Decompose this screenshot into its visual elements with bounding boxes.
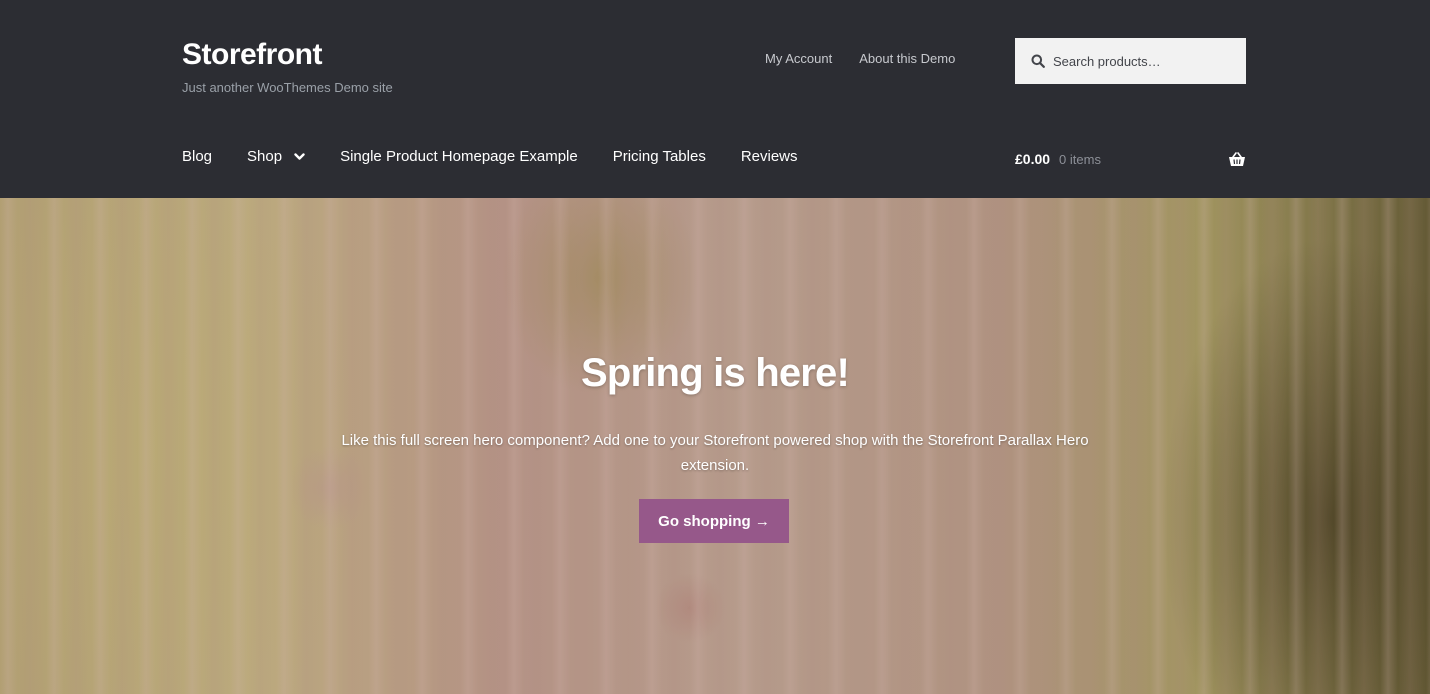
secondary-navigation: My Account About this Demo <box>765 51 955 66</box>
nav-item-label: Single Product Homepage Example <box>340 148 578 165</box>
header-cart[interactable]: £0.00 0 items <box>1015 146 1246 172</box>
site-title[interactable]: Storefront <box>182 38 323 72</box>
search-input[interactable] <box>1053 53 1233 69</box>
nav-item-single-product-homepage[interactable]: Single Product Homepage Example <box>340 148 578 165</box>
hero-title: Spring is here! <box>580 351 850 395</box>
nav-item-label: Reviews <box>740 148 798 165</box>
chevron-down-icon[interactable] <box>294 152 305 161</box>
primary-navigation: Blog Shop Single Product Homepage Exampl… <box>182 148 833 165</box>
nav-item-label: Shop <box>247 148 283 165</box>
go-shopping-button[interactable]: Go shopping → <box>639 499 789 543</box>
nav-item-pricing-tables[interactable]: Pricing Tables <box>613 148 706 165</box>
nav-item-reviews[interactable]: Reviews <box>741 148 798 165</box>
search-icon <box>1031 54 1045 68</box>
hero-content: Spring is here! Like this full screen he… <box>0 198 1430 694</box>
nav-item-shop[interactable]: Shop <box>247 148 305 165</box>
hero-description: Like this full screen hero component? Ad… <box>341 432 1089 474</box>
basket-icon[interactable] <box>1228 151 1246 167</box>
nav-item-label: Pricing Tables <box>612 148 706 165</box>
about-demo-link[interactable]: About this Demo <box>859 51 955 66</box>
my-account-link[interactable]: My Account <box>765 51 832 66</box>
nav-item-label: Blog <box>182 148 213 165</box>
cart-amount: £0.00 <box>1015 151 1051 167</box>
site-tagline: Just another WooThemes Demo site <box>182 80 393 95</box>
hero-banner: Spring is here! Like this full screen he… <box>0 198 1430 694</box>
cart-item-count: 0 items <box>1059 151 1101 167</box>
product-search <box>1015 38 1246 84</box>
site-header: Storefront Just another WooThemes Demo s… <box>0 0 1430 198</box>
nav-item-blog[interactable]: Blog <box>182 148 212 165</box>
